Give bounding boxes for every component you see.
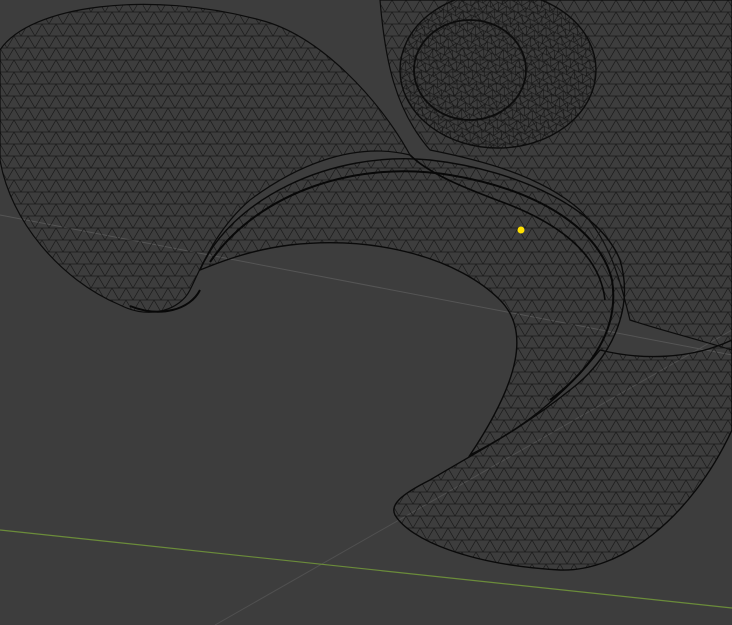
viewport-canvas[interactable] <box>0 0 732 625</box>
3d-viewport[interactable] <box>0 0 732 625</box>
mesh-sphere[interactable] <box>399 0 597 149</box>
origin-dot-icon[interactable] <box>517 226 525 234</box>
